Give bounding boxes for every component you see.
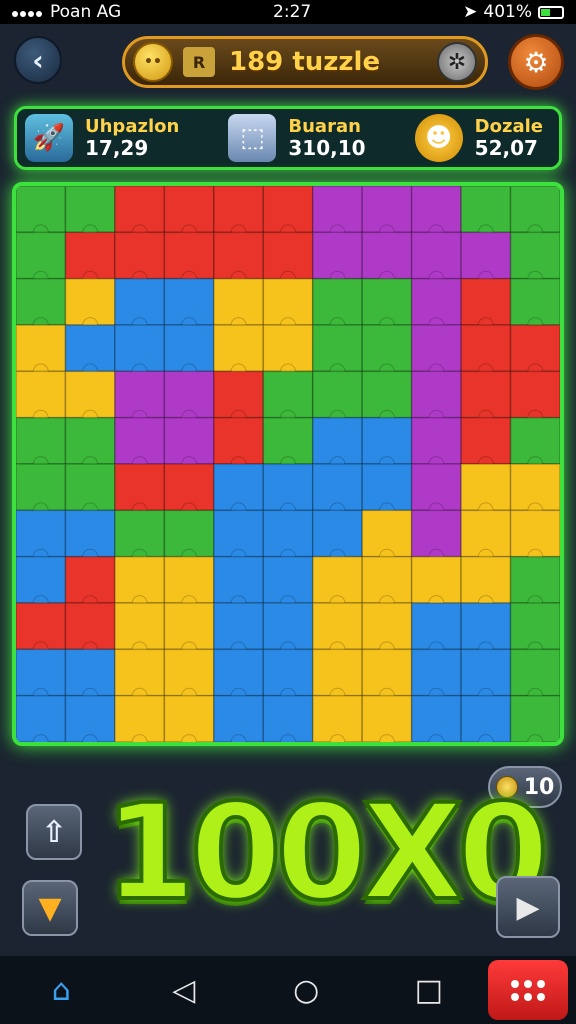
back-button[interactable]: ‹ [14,36,62,84]
carrier-name: Poan AG [50,2,122,22]
status-right: ➤ 401% [463,2,564,22]
stat-item-2: ⬚ Buaran 310,10 [228,114,366,162]
filter-button[interactable]: ▼ [22,880,78,936]
stat-label: Dozale [474,116,543,138]
home-icon: ⌂ [51,972,71,1008]
menu-button[interactable] [488,960,568,1020]
stat-item-3: ☻ Dozale 52,07 [414,114,543,162]
stat-item-1: 🚀 Uhpazlon 17,29 [25,114,179,162]
triangle-back-icon: ◁ [172,972,196,1008]
play-button[interactable]: ▶ [496,876,560,938]
status-bar: Poan AG 2:27 ➤ 401% [0,0,576,24]
stat-value: 310,10 [288,135,366,160]
location-icon: ➤ [463,2,478,22]
status-left: Poan AG [12,2,121,22]
puzzle-board[interactable] [12,182,564,746]
nav-recents-button[interactable]: □ [401,962,457,1018]
play-icon: ▶ [516,889,540,925]
cube-icon: ⬚ [228,114,277,162]
title-bar: •• R 189 tuzzle ✲ [122,36,488,88]
coin-icon: •• [133,42,173,82]
rocket-icon: 🚀 [25,114,73,162]
stat-value: 17,29 [85,135,149,160]
arrow-up-icon: ⇧ [41,814,67,850]
battery-icon [537,5,564,19]
grid-menu-icon [511,979,545,1001]
battery-percent: 401% [483,2,532,22]
signal-icon [12,2,44,22]
puzzle-icon: R [183,47,215,77]
circle-home-icon: ○ [293,972,320,1008]
gear-icon[interactable]: ✲ [437,42,477,82]
nav-home-circle-button[interactable]: ○ [278,962,334,1018]
puzzle-grid[interactable] [16,186,560,742]
score-display: 100X0 [102,776,551,930]
stat-value: 52,07 [474,135,538,160]
page-title: 189 tuzzle [229,47,381,77]
coin-symbol: •• [144,54,162,70]
home-button[interactable]: ⌂ [33,962,89,1018]
status-time: 2:27 [273,2,312,22]
funnel-icon: ▼ [38,890,62,926]
settings-button[interactable]: ⚙ [508,34,564,90]
badge-icon: ☻ [414,114,463,162]
square-recents-icon: □ [414,972,443,1008]
stats-panel: 🚀 Uhpazlon 17,29 ⬚ Buaran 310,10 ☻ Dozal… [14,106,562,170]
chevron-left-icon: ‹ [32,43,44,77]
stat-label: Uhpazlon [85,116,180,138]
settings-gear-icon: ⚙ [523,45,549,79]
stat-label: Buaran [288,116,361,138]
puzzle-icon-glyph: R [192,52,206,72]
up-button[interactable]: ⇧ [26,804,82,860]
nav-back-button[interactable]: ◁ [156,962,212,1018]
